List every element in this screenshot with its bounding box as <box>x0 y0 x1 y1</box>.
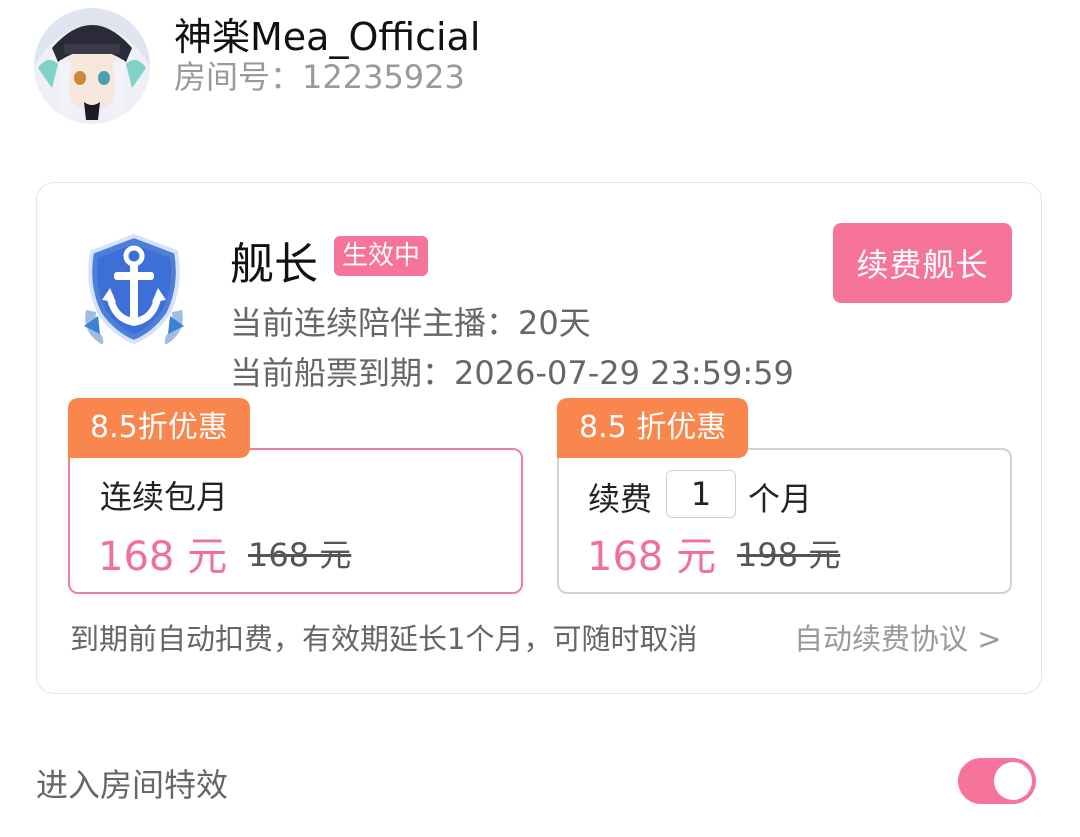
streamer-avatar[interactable] <box>34 8 150 124</box>
plan-price: 168 元 <box>587 534 717 580</box>
companion-days: 当前连续陪伴主播：20天 <box>230 304 591 342</box>
auto-renew-agreement-link[interactable]: 自动续费协议 > <box>794 616 1002 658</box>
tier-name: 舰长 <box>230 239 318 290</box>
plan-title-suffix: 个月 <box>748 480 813 518</box>
auto-renew-note: 到期前自动扣费，有效期延长1个月，可随时取消 <box>70 622 698 656</box>
month-quantity-input[interactable]: 1 <box>666 470 736 518</box>
plan-price: 168 元 <box>98 534 228 580</box>
room-effect-toggle[interactable] <box>958 758 1036 804</box>
plan-title-prefix: 续费 <box>588 480 653 518</box>
plan-original-price: 198 元 <box>737 536 841 574</box>
toggle-knob <box>994 762 1032 800</box>
discount-tag: 8.5 折优惠 <box>557 398 749 458</box>
renew-captain-button[interactable]: 续费舰长 <box>833 223 1012 303</box>
plan-original-price: 168 元 <box>248 536 352 574</box>
ticket-expiry: 当前船票到期：2026-07-29 23:59:59 <box>230 354 794 392</box>
status-badge: 生效中 <box>334 236 429 276</box>
room-id: 房间号：12235923 <box>174 58 465 96</box>
avatar-image <box>34 8 150 124</box>
discount-tag: 8.5折优惠 <box>68 398 250 458</box>
plan-title: 连续包月 <box>100 478 229 516</box>
room-effect-label: 进入房间特效 <box>36 766 229 804</box>
anchor-badge-icon <box>76 230 192 352</box>
